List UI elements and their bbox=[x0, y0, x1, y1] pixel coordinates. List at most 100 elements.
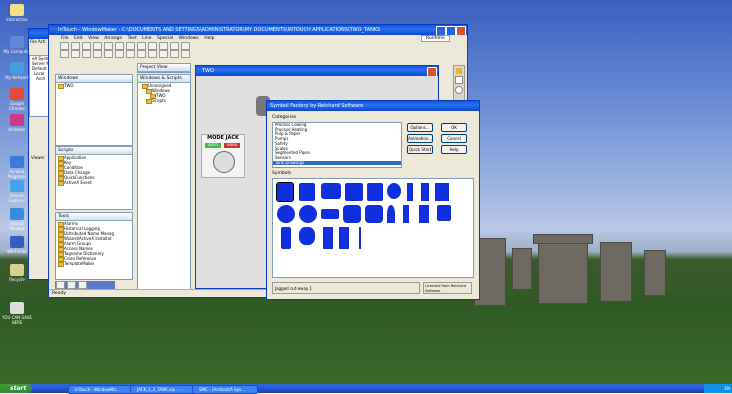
paste-icon[interactable] bbox=[126, 42, 135, 50]
windowmaker-title-bar[interactable]: InTouch - WindowMaker - C:\DOCUMENTS AND… bbox=[49, 25, 467, 35]
tank-symbol[interactable] bbox=[387, 183, 401, 199]
cancel-button[interactable]: Cancel bbox=[441, 134, 467, 143]
menu-edit[interactable]: Edit bbox=[74, 36, 83, 41]
tank-symbol[interactable] bbox=[323, 227, 333, 249]
manu-button[interactable]: MANU bbox=[224, 143, 240, 148]
tank-symbol[interactable] bbox=[277, 205, 295, 223]
minimize-button[interactable] bbox=[436, 26, 446, 35]
menu-special[interactable]: Special bbox=[157, 36, 173, 41]
tank-symbol[interactable] bbox=[299, 205, 317, 223]
rect-tool-icon[interactable] bbox=[455, 76, 463, 84]
tank-symbol[interactable] bbox=[407, 183, 413, 201]
tank-symbol[interactable] bbox=[365, 205, 383, 223]
tank-symbol[interactable] bbox=[321, 183, 341, 199]
smc-menu-file[interactable]: File bbox=[30, 39, 37, 44]
undo-icon[interactable] bbox=[137, 42, 146, 50]
smc-menu-action[interactable]: Acti bbox=[38, 39, 46, 44]
select-tool-icon[interactable] bbox=[456, 68, 462, 74]
font-icon[interactable] bbox=[93, 50, 102, 58]
zoom-icon[interactable] bbox=[159, 42, 168, 50]
symbol-factory-title-bar[interactable]: Symbol Factory by Reichard Software bbox=[267, 101, 479, 111]
tank-symbol[interactable] bbox=[387, 205, 395, 223]
tank-symbol[interactable] bbox=[359, 227, 361, 249]
color-icon[interactable] bbox=[104, 50, 113, 58]
tank-symbol[interactable] bbox=[339, 227, 349, 249]
category-item[interactable]: Tank Drawings bbox=[273, 160, 401, 166]
tank-symbol[interactable] bbox=[419, 205, 429, 223]
menu-file[interactable]: File bbox=[61, 36, 69, 41]
tank-symbol[interactable] bbox=[321, 209, 339, 219]
align-icon[interactable] bbox=[170, 42, 179, 50]
save-icon[interactable] bbox=[82, 42, 91, 50]
tank-symbol[interactable] bbox=[403, 205, 409, 223]
ellipse-tool-icon[interactable] bbox=[455, 86, 463, 94]
tank-symbol[interactable] bbox=[343, 205, 361, 223]
grid-icon[interactable] bbox=[148, 42, 157, 50]
runtime-button[interactable]: Runtime bbox=[421, 35, 450, 42]
desktop-icon-save-here[interactable]: YOU CAN SAVE HERE bbox=[2, 302, 32, 325]
menu-view[interactable]: View bbox=[88, 36, 99, 41]
menu-line[interactable]: Line bbox=[142, 36, 151, 41]
ellipse-icon[interactable] bbox=[170, 50, 179, 58]
new-icon[interactable] bbox=[60, 42, 69, 50]
start-button[interactable]: start bbox=[0, 384, 32, 393]
tank-symbol[interactable] bbox=[435, 183, 449, 201]
tank-symbol[interactable] bbox=[437, 205, 451, 221]
ok-button[interactable]: OK bbox=[441, 123, 467, 132]
maximize-button[interactable] bbox=[446, 26, 456, 35]
cut-icon[interactable] bbox=[104, 42, 113, 50]
align-right-icon[interactable] bbox=[137, 50, 146, 58]
symbol-factory-dialog[interactable]: Symbol Factory by Reichard Software Cate… bbox=[266, 100, 480, 300]
tree-item-scripts[interactable]: Scripts bbox=[138, 98, 190, 104]
align-center-icon[interactable] bbox=[126, 50, 135, 58]
smc-viewer[interactable]: Viewer bbox=[29, 155, 45, 160]
open-icon[interactable] bbox=[71, 42, 80, 50]
line-icon[interactable] bbox=[148, 50, 157, 58]
close-button[interactable] bbox=[456, 26, 466, 35]
options-button[interactable]: Options... bbox=[407, 123, 433, 132]
view-icon[interactable] bbox=[78, 281, 87, 289]
windows-scripts-pane[interactable]: Windows & Scripts Unassigned Windows TWO… bbox=[137, 74, 191, 296]
menu-help[interactable]: Help bbox=[204, 36, 214, 41]
tank-symbol[interactable] bbox=[281, 227, 291, 249]
view-icon[interactable] bbox=[67, 281, 76, 289]
tank-symbol[interactable] bbox=[299, 183, 315, 201]
wizard-icon[interactable] bbox=[181, 42, 190, 50]
symbols-grid[interactable] bbox=[272, 178, 474, 278]
script-item[interactable]: ActiveX Event bbox=[56, 180, 132, 186]
italic-icon[interactable] bbox=[71, 50, 80, 58]
rect-icon[interactable] bbox=[159, 50, 168, 58]
categories-list[interactable]: Process Cooling Process Heating Pulp & Pap… bbox=[272, 122, 402, 168]
scripts-pane[interactable]: Scripts Application Key Condition Data C… bbox=[55, 146, 133, 210]
tank-symbol[interactable] bbox=[276, 182, 294, 202]
tool-item[interactable]: TemplateMaker bbox=[56, 261, 132, 267]
bold-icon[interactable] bbox=[60, 50, 69, 58]
tools-pane[interactable]: Tools Alarms Historical Logging Distribu… bbox=[55, 212, 133, 280]
print-icon[interactable] bbox=[93, 42, 102, 50]
copy-icon[interactable] bbox=[115, 42, 124, 50]
text-tool-icon[interactable] bbox=[181, 50, 190, 58]
menu-windows[interactable]: Windows bbox=[179, 36, 199, 41]
view-icon[interactable] bbox=[56, 281, 65, 289]
underline-icon[interactable] bbox=[82, 50, 91, 58]
tank-symbol[interactable] bbox=[421, 183, 429, 201]
mode-jack-panel[interactable]: MODE JACK AUTO MANU bbox=[201, 134, 245, 178]
two-title-bar[interactable]: TWO bbox=[196, 66, 438, 76]
menu-arrange[interactable]: Arrange bbox=[104, 36, 122, 41]
quick-start-button[interactable]: Quick Start bbox=[407, 145, 433, 154]
tank-symbol[interactable] bbox=[299, 227, 315, 245]
desktop-icon[interactable]: Interactive bbox=[2, 4, 32, 22]
windows-pane[interactable]: Windows TWO bbox=[55, 74, 133, 146]
menu-text[interactable]: Text bbox=[128, 36, 137, 41]
animation-button[interactable]: Animation... bbox=[407, 134, 433, 143]
align-left-icon[interactable] bbox=[115, 50, 124, 58]
system-tray[interactable]: EN bbox=[704, 384, 732, 393]
tank-symbol[interactable] bbox=[367, 183, 383, 201]
two-close-button[interactable] bbox=[427, 67, 437, 76]
help-button[interactable]: Help bbox=[441, 145, 467, 154]
task-label: SMC - [ArchestrA Sys... bbox=[199, 387, 245, 392]
auto-button[interactable]: AUTO bbox=[205, 143, 221, 148]
tank-symbol[interactable] bbox=[345, 183, 363, 201]
window-item-two[interactable]: TWO bbox=[56, 83, 132, 89]
selector-knob[interactable] bbox=[213, 151, 235, 173]
